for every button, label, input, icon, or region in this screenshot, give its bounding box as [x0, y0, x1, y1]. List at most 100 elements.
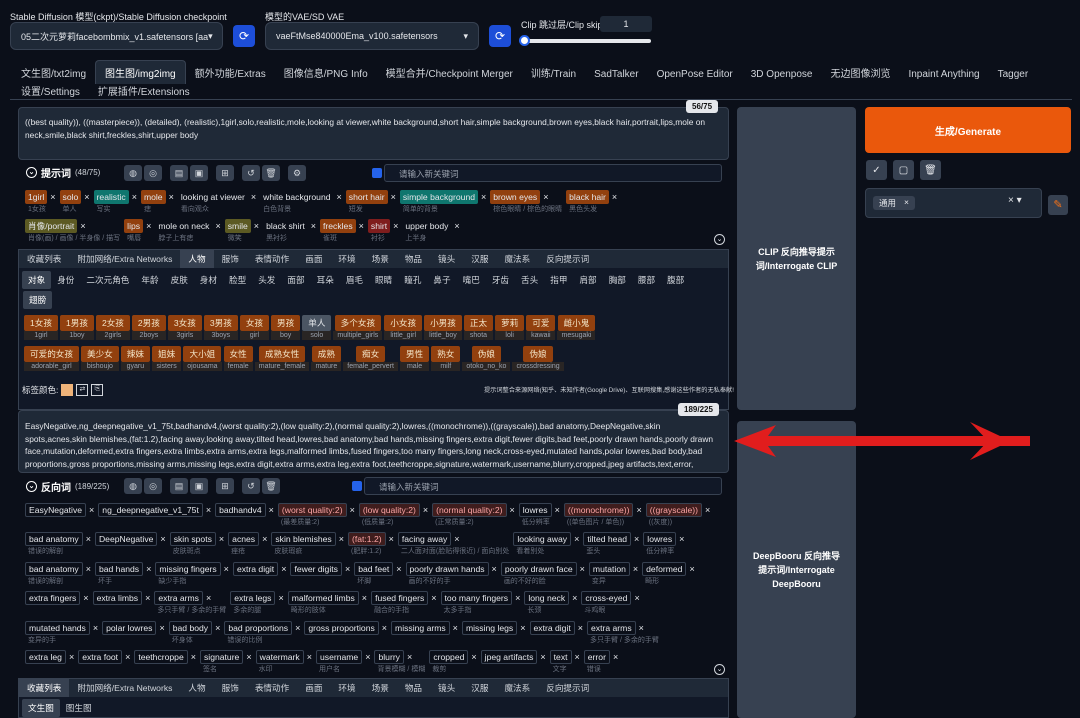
color-swatch[interactable] [61, 384, 74, 396]
remove-tag-icon[interactable]: × [705, 505, 710, 515]
remove-tag-icon[interactable]: × [86, 564, 91, 574]
remove-tag-icon[interactable]: × [396, 564, 401, 574]
remove-tag-icon[interactable]: × [634, 534, 639, 544]
negative-tag-chip[interactable]: extra arms [587, 620, 636, 635]
category-tab[interactable]: 服饰 [214, 250, 247, 268]
keyword-button[interactable]: 男孩 boy [271, 315, 301, 340]
remove-tag-icon[interactable]: × [215, 221, 220, 231]
negative-tag-chip[interactable]: extra digit [529, 620, 575, 635]
negative-tag[interactable]: username × 用户名 [316, 649, 370, 679]
remove-tag-icon[interactable]: × [160, 534, 165, 544]
negative-tag[interactable]: (low quality:2) × (低质量:2) [358, 503, 428, 532]
remove-tag-icon[interactable]: × [391, 192, 396, 202]
negative-tag[interactable]: extra limbs × [92, 591, 150, 620]
keyword-button[interactable]: 3男孩 3boys [203, 315, 238, 340]
remove-tag-icon[interactable]: × [612, 192, 617, 202]
category-tab[interactable]: 脸型 [223, 271, 252, 289]
negative-tag[interactable]: too many fingers × 太多手指 [440, 591, 520, 620]
negative-tag-chip[interactable]: extra legs [230, 591, 276, 606]
category-tab[interactable]: 收藏列表 [19, 250, 69, 268]
remove-tag-icon[interactable]: × [679, 534, 684, 544]
prompt-tag[interactable]: solo × 单人 [59, 190, 90, 219]
remove-tag-icon[interactable]: × [481, 192, 486, 202]
remove-tag-icon[interactable]: × [359, 221, 364, 231]
prompt-tag[interactable]: 1girl × 1女孩 [25, 190, 56, 219]
remove-tag-icon[interactable]: × [543, 192, 548, 202]
category-tab[interactable]: 眼睛 [369, 271, 398, 289]
negative-tag[interactable]: fused fingers × 融合的手指 [371, 591, 437, 620]
prompt-tag[interactable]: mole on neck × 脖子上有痣 [155, 219, 220, 248]
negative-tag-chip[interactable]: cross-eyed [581, 591, 632, 606]
negative-tag[interactable]: extra foot × [78, 649, 130, 679]
history-icon[interactable]: ↺ [242, 165, 260, 181]
negative-tag[interactable]: cropped × 裁剪 [429, 649, 477, 679]
negative-tag-chip[interactable]: gross proportions [304, 620, 379, 635]
negative-tag-chip[interactable]: mutated hands [25, 620, 90, 635]
negative-tag-chip[interactable]: bad body [168, 620, 213, 635]
category-tab[interactable]: 舌头 [515, 271, 544, 289]
negative-tag-chip[interactable]: acnes [228, 532, 260, 547]
remove-tag-icon[interactable]: × [574, 534, 579, 544]
category-tab[interactable]: 镜头 [430, 250, 463, 268]
negative-tag-chip[interactable]: skin blemishes [271, 532, 336, 547]
negative-tag[interactable]: badhandv4 × [215, 503, 274, 532]
negative-tag[interactable]: facing away × 二人面对面(脸贴得很近) / 面向别处 [397, 532, 509, 561]
prompt-tag[interactable]: looking at viewer × 看向观众 [178, 190, 256, 219]
prompt-tag-chip[interactable]: simple background [399, 190, 479, 204]
remove-tag-icon[interactable]: × [575, 652, 580, 662]
clip-skip-slider[interactable] [521, 39, 651, 43]
negative-tag[interactable]: bad body × 坏身体 [168, 620, 220, 650]
category-tab[interactable]: 物品 [397, 250, 430, 268]
prompt-tag[interactable]: black shirt × 黑衬衫 [263, 219, 316, 248]
prompt-tag[interactable]: shirt × 衬衫 [367, 219, 398, 248]
remove-tag-icon[interactable]: × [269, 505, 274, 515]
remove-tag-icon[interactable]: × [492, 564, 497, 574]
negative-tag-chip[interactable]: long neck [524, 591, 570, 606]
prompt-tag-chip[interactable]: realistic [93, 190, 129, 204]
negative-tag-chip[interactable]: missing arms [391, 620, 450, 635]
category-tab[interactable]: 文生图 [22, 699, 60, 717]
category-tab[interactable]: 身份 [51, 271, 80, 289]
keyword-button[interactable]: 1男孩 1boy [59, 315, 94, 340]
remove-tag-icon[interactable]: × [634, 593, 639, 603]
negative-tag-chip[interactable]: ((monochrome)) [563, 503, 634, 517]
category-tab[interactable]: 皮肤 [165, 271, 194, 289]
globe-icon[interactable]: ◎ [144, 478, 162, 494]
negative-tag[interactable]: bad anatomy × 错误的解剖 [25, 532, 91, 561]
prompt-tag-chip[interactable]: solo [59, 190, 82, 204]
remove-tag-icon[interactable]: × [84, 192, 89, 202]
tab2-1[interactable]: 扩展插件/Extensions [89, 81, 199, 100]
negative-tag-chip[interactable]: polar lowres [102, 620, 157, 635]
trash-icon[interactable]: 🗑 [920, 160, 941, 180]
category-tab[interactable]: 人物 [180, 250, 214, 268]
keyword-button[interactable]: 1女孩 1girl [24, 315, 58, 340]
negative-tag[interactable]: extra legs × 多余的腿 [230, 591, 284, 620]
negative-tag-chip[interactable]: (worst quality:2) [277, 503, 347, 517]
keyword-button[interactable]: 痴女 female_pervert [343, 346, 398, 371]
tab-6[interactable]: SadTalker [585, 65, 647, 84]
negative-tag[interactable]: teethcroppe × [134, 649, 196, 679]
trash-icon[interactable]: 🗑 [262, 165, 280, 181]
negative-tag[interactable]: signature × 签名 [199, 649, 252, 679]
close-icon[interactable]: × [904, 197, 909, 209]
category-tab[interactable]: 指甲 [544, 271, 573, 289]
negative-tag[interactable]: jpeg artifacts × [480, 649, 546, 679]
paste-icon[interactable]: ▣ [190, 478, 208, 494]
category-tab[interactable]: 场景 [364, 679, 397, 697]
remove-tag-icon[interactable]: × [281, 564, 286, 574]
remove-tag-icon[interactable]: × [515, 593, 520, 603]
negative-tag-chip[interactable]: bad proportions [224, 620, 293, 635]
category-tab[interactable]: 头发 [252, 271, 281, 289]
tab-10[interactable]: Inpaint Anything [899, 65, 988, 84]
remove-tag-icon[interactable]: × [86, 534, 91, 544]
remove-tag-icon[interactable]: × [636, 505, 641, 515]
keyword-button[interactable]: 伪娘 crossdressing [512, 346, 564, 371]
keyword-button[interactable]: 雌小鬼 mesugaki [557, 315, 596, 340]
category-tab[interactable]: 眉毛 [340, 271, 369, 289]
category-tab[interactable]: 镜头 [430, 679, 463, 697]
negative-tag-chip[interactable]: cropped [429, 649, 469, 664]
check-icon[interactable]: ✓ [866, 160, 887, 180]
negative-tag-chip[interactable]: (low quality:2) [358, 503, 420, 517]
category-tab[interactable]: 年龄 [135, 271, 164, 289]
negative-tag[interactable]: (worst quality:2) × (最差质量:2) [277, 503, 355, 532]
